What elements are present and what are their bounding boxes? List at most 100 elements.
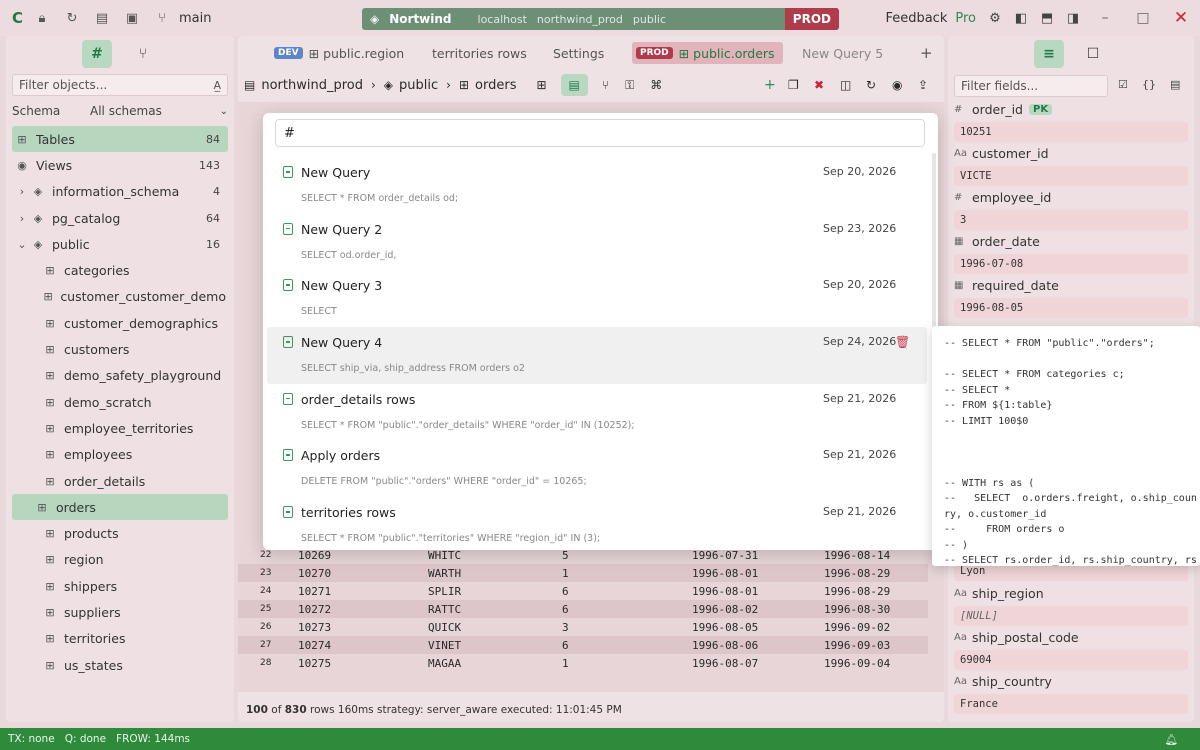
tree-pg-catalog[interactable]: › ◈ pg_catalog 64 bbox=[6, 205, 234, 231]
sidebar-table-employees[interactable]: ⊞ employees bbox=[6, 442, 234, 468]
tree-information-schema[interactable]: › ◈ information_schema 4 bbox=[6, 179, 234, 205]
sidebar-table-orders[interactable]: ⊞ orders bbox=[12, 494, 228, 521]
cell-emp[interactable]: 1 bbox=[562, 567, 569, 580]
right-panel-icon[interactable]: ◨ bbox=[1060, 11, 1086, 26]
tab-territories-rows[interactable]: territories rows bbox=[432, 42, 527, 64]
tree-views[interactable]: ◉ Views 143 bbox=[6, 152, 234, 178]
cell-rd[interactable]: 1996-09-03 bbox=[824, 639, 890, 652]
sidebar-table-customers[interactable]: ⊞ customers bbox=[6, 336, 234, 362]
schema-select[interactable]: Schema All schemas ⌄ bbox=[12, 100, 228, 122]
field-value-ship-postal-code[interactable]: 69004 bbox=[954, 650, 1188, 670]
cell-id[interactable]: 10273 bbox=[298, 621, 331, 634]
objects-tab-icon[interactable]: # bbox=[82, 40, 112, 68]
feedback-link[interactable]: Feedback bbox=[885, 11, 947, 26]
tab-new-query-5[interactable]: New Query 5 bbox=[802, 42, 883, 64]
breadcrumb-database[interactable]: northwind_prod bbox=[261, 78, 363, 93]
table-row[interactable]: 26 10273 QUICK 3 1996-08-05 1996-09-02 bbox=[238, 618, 928, 636]
bell-icon[interactable]: 🔔︎ bbox=[1165, 733, 1178, 746]
cell-emp[interactable]: 6 bbox=[562, 639, 569, 652]
chevron-right-icon[interactable]: › bbox=[14, 212, 30, 225]
tree-tables[interactable]: ⊞ Tables 84 bbox=[12, 126, 228, 153]
sidebar-table-order-details[interactable]: ⊞ order_details bbox=[6, 468, 234, 494]
sidebar-table-employee-territories[interactable]: ⊞ employee_territories bbox=[6, 415, 234, 441]
table-row[interactable]: 25 10272 RATTC 6 1996-08-02 1996-08-30 bbox=[238, 600, 928, 618]
cell-n[interactable]: 28 bbox=[260, 658, 271, 668]
field-value-order-id[interactable]: 10251 bbox=[954, 122, 1188, 142]
sidebar-table-customer-customer-demo[interactable]: ⊞ customer_customer_demo bbox=[6, 284, 234, 310]
cell-rd[interactable]: 1996-08-29 bbox=[824, 585, 890, 598]
sidebar-table-us-states[interactable]: ⊞ us_states bbox=[6, 652, 234, 678]
cell-cust[interactable]: MAGAA bbox=[428, 657, 461, 670]
palette-item[interactable]: New Query 3 SELECT Sep 20, 2026 bbox=[267, 270, 927, 327]
tab-settings[interactable]: Settings bbox=[553, 42, 604, 64]
refresh-icon[interactable]: ↻ bbox=[61, 7, 83, 29]
cell-cust[interactable]: SPLIR bbox=[428, 585, 461, 598]
cell-emp[interactable]: 6 bbox=[562, 585, 569, 598]
cell-od[interactable]: 1996-07-31 bbox=[692, 549, 758, 562]
cell-id[interactable]: 10272 bbox=[298, 603, 331, 616]
field-value-ship-region[interactable]: [NULL] bbox=[954, 606, 1188, 626]
bottom-panel-icon[interactable]: ⬒ bbox=[1034, 11, 1060, 26]
sidebar-table-suppliers[interactable]: ⊞ suppliers bbox=[6, 599, 234, 625]
sidebar-table-customer-demographics[interactable]: ⊞ customer_demographics bbox=[6, 310, 234, 336]
cell-od[interactable]: 1996-08-01 bbox=[692, 567, 758, 580]
palette-item[interactable]: territories rows SELECT * FROM "public"."… bbox=[267, 497, 927, 550]
cell-od[interactable]: 1996-08-06 bbox=[692, 639, 758, 652]
cell-cust[interactable]: RATTC bbox=[428, 603, 461, 616]
sidebar-table-categories[interactable]: ⊞ categories bbox=[6, 257, 234, 283]
tree-public[interactable]: ⌄ ◈ public 16 bbox=[6, 231, 234, 257]
cell-n[interactable]: 25 bbox=[260, 604, 271, 614]
lock-alt-icon[interactable]: ▣ bbox=[121, 7, 143, 29]
checkbox-icon[interactable]: ☑ bbox=[1118, 78, 1128, 91]
add-tab-icon[interactable]: + bbox=[920, 42, 933, 64]
copy-icon[interactable]: ❐ bbox=[788, 78, 799, 92]
braces-icon[interactable]: {} bbox=[1142, 78, 1156, 91]
branch-name[interactable]: main bbox=[179, 11, 211, 26]
table-row[interactable]: 23 10270 WARTH 1 1996-08-01 1996-08-29 bbox=[238, 564, 928, 582]
document-icon[interactable]: ▤ bbox=[91, 7, 113, 29]
palette-item[interactable]: New Query 4 SELECT ship_via, ship_address… bbox=[267, 327, 927, 384]
minimize-icon[interactable]: – bbox=[1086, 10, 1124, 26]
palette-search-input[interactable]: # bbox=[275, 119, 925, 147]
sidebar-table-products[interactable]: ⊞ products bbox=[6, 520, 234, 546]
table-row[interactable]: 27 10274 VINET 6 1996-08-06 1996-09-03 bbox=[238, 636, 928, 654]
export-icon[interactable]: ⇪ bbox=[918, 78, 928, 92]
palette-item[interactable]: order_details rows SELECT * FROM "public"… bbox=[267, 384, 927, 441]
table-row[interactable]: 28 10275 MAGAA 1 1996-08-07 1996-09-04 bbox=[238, 654, 928, 672]
cell-id[interactable]: 10274 bbox=[298, 639, 331, 652]
pro-link[interactable]: Pro bbox=[955, 11, 976, 26]
cell-cust[interactable]: QUICK bbox=[428, 621, 461, 634]
cell-cust[interactable]: WHITC bbox=[428, 549, 461, 562]
lock-icon[interactable]: 🔒︎ bbox=[31, 7, 53, 29]
cell-rd[interactable]: 1996-09-04 bbox=[824, 657, 890, 670]
sidebar-table-demo-safety-playground[interactable]: ⊞ demo_safety_playground bbox=[6, 363, 234, 389]
trash-icon[interactable]: 🗑︎ bbox=[895, 335, 910, 349]
bookmark-tab-icon[interactable]: ☐ bbox=[1078, 40, 1108, 68]
tab-public-region[interactable]: DEV ⊞ public.region bbox=[274, 42, 404, 64]
tab-public-orders[interactable]: PROD ⊞ public.orders bbox=[632, 42, 783, 64]
sort-icon[interactable]: A̲ bbox=[213, 79, 221, 92]
diagram-icon[interactable]: ⑂ bbox=[602, 78, 609, 92]
sidebar-table-territories[interactable]: ⊞ territories bbox=[6, 626, 234, 652]
cell-rd[interactable]: 1996-08-29 bbox=[824, 567, 890, 580]
database-view-icon[interactable]: ▤ bbox=[560, 74, 588, 96]
fields-tab-icon[interactable]: ≡ bbox=[1034, 40, 1064, 68]
cell-id[interactable]: 10269 bbox=[298, 549, 331, 562]
cell-od[interactable]: 1996-08-07 bbox=[692, 657, 758, 670]
cell-od[interactable]: 1996-08-05 bbox=[692, 621, 758, 634]
cell-od[interactable]: 1996-08-02 bbox=[692, 603, 758, 616]
field-value-ship-country[interactable]: France bbox=[954, 694, 1188, 714]
palette-item[interactable]: New Query SELECT * FROM order_details od;… bbox=[267, 157, 927, 214]
code-icon[interactable]: ⌘ bbox=[650, 78, 662, 92]
cell-rd[interactable]: 1996-08-14 bbox=[824, 549, 890, 562]
cell-n[interactable]: 26 bbox=[260, 622, 271, 632]
connection-bar[interactable]: ◈ Nortwind localhost northwind_prod publ… bbox=[362, 8, 839, 30]
cell-id[interactable]: 10270 bbox=[298, 567, 331, 580]
cell-od[interactable]: 1996-08-01 bbox=[692, 585, 758, 598]
preview-icon[interactable]: ◉ bbox=[892, 78, 902, 92]
sidebar-table-region[interactable]: ⊞ region bbox=[6, 547, 234, 573]
cell-emp[interactable]: 1 bbox=[562, 657, 569, 670]
field-value-required-date[interactable]: 1996-08-05 bbox=[954, 298, 1188, 318]
cell-rd[interactable]: 1996-08-30 bbox=[824, 603, 890, 616]
field-value-employee-id[interactable]: 3 bbox=[954, 210, 1188, 230]
